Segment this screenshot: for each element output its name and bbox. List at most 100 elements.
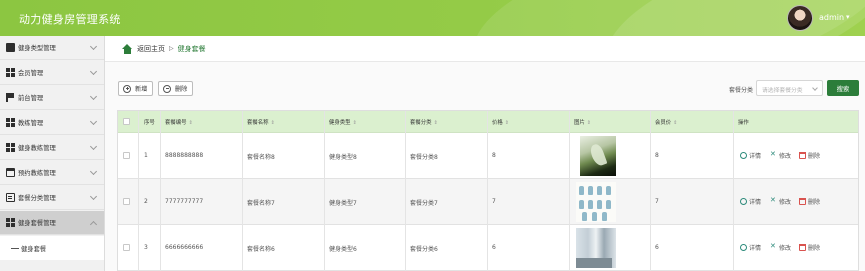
sort-icon: ⇕ <box>352 120 357 126</box>
column-header-image[interactable]: 图片 ⇕ <box>574 118 591 126</box>
breadcrumb-separator: ▷ <box>169 45 174 52</box>
column-divider <box>138 111 139 271</box>
search-button[interactable]: 搜索 <box>827 80 859 96</box>
cell-index: 1 <box>144 152 148 159</box>
trash-icon <box>799 244 806 251</box>
row-checkbox[interactable] <box>123 152 130 159</box>
user-name[interactable]: admin <box>819 13 844 22</box>
row-checkbox[interactable] <box>123 198 130 205</box>
row-checkbox[interactable] <box>123 244 130 251</box>
detail-label: 详情 <box>749 153 762 160</box>
sidebar-item-label: 健身教练管理 <box>18 145 56 152</box>
sort-icon: ⇕ <box>504 120 509 126</box>
cell-code: 8888888888 <box>165 152 204 159</box>
sidebar-item-label: 教练管理 <box>18 120 44 127</box>
column-header-code[interactable]: 套餐编号 ⇕ <box>165 118 193 126</box>
column-header-category[interactable]: 套餐分类 ⇕ <box>410 118 438 126</box>
home-icon[interactable] <box>122 43 133 54</box>
grid-icon <box>6 68 15 77</box>
breadcrumb-home[interactable]: 返回主页 <box>137 44 165 54</box>
edit-button[interactable]: 修改 <box>770 150 792 160</box>
cell-price: 7 <box>492 198 496 205</box>
calendar-icon <box>6 168 15 177</box>
sort-icon: ⇕ <box>673 120 678 126</box>
flag-icon <box>6 93 15 102</box>
package-image <box>576 228 616 268</box>
column-header-price[interactable]: 价格 ⇕ <box>492 118 509 126</box>
sidebar-item-label: 健身套餐管理 <box>18 220 56 227</box>
edit-label: 修改 <box>779 245 792 252</box>
chevron-down-icon <box>89 117 98 126</box>
sidebar: 健身类型管理 会员管理 前台管理 教练管理 健身教练管理 预约教练管理 套餐分类… <box>0 36 105 271</box>
detail-button[interactable]: 详情 <box>740 243 761 252</box>
cell-name: 套餐名称8 <box>247 154 275 161</box>
column-header-member-price[interactable]: 会员价 ⇕ <box>655 118 677 126</box>
cell-type: 健身类型6 <box>329 246 357 253</box>
sidebar-item-members[interactable]: 会员管理 <box>0 61 104 85</box>
edit-label: 修改 <box>779 199 792 206</box>
chevron-up-icon <box>89 220 98 229</box>
delete-row-button[interactable]: 删除 <box>799 243 820 252</box>
delete-row-button[interactable]: 删除 <box>799 151 820 160</box>
detail-label: 详情 <box>749 245 762 252</box>
dash-icon <box>11 247 19 249</box>
sidebar-item-coach-booking[interactable]: 预约教练管理 <box>0 161 104 185</box>
delete-row-button[interactable]: 删除 <box>799 197 820 206</box>
sidebar-item-fitness-coaches[interactable]: 健身教练管理 <box>0 136 104 160</box>
delete-button-label: 删除 <box>175 86 188 93</box>
sidebar-item-label: 健身类型管理 <box>18 45 56 52</box>
column-divider <box>650 111 651 271</box>
add-button-label: 新增 <box>135 86 148 93</box>
sidebar-item-fitness-package[interactable]: 健身套餐管理 <box>0 211 104 235</box>
sort-icon: ⇕ <box>270 120 275 126</box>
edit-button[interactable]: 修改 <box>770 242 792 252</box>
delete-label: 删除 <box>808 245 821 252</box>
sidebar-item-front-desk[interactable]: 前台管理 <box>0 86 104 110</box>
sidebar-item-fitness-type[interactable]: 健身类型管理 <box>0 36 104 60</box>
category-select[interactable]: 请选择套餐分类 <box>756 80 823 96</box>
app-title: 动力健身房管理系统 <box>19 13 121 26</box>
search-icon <box>740 244 747 251</box>
delete-label: 删除 <box>808 153 821 160</box>
edit-label: 修改 <box>779 153 792 160</box>
sidebar-item-label: 套餐分类管理 <box>18 195 56 202</box>
table-row: 3 6666666666 套餐名称6 健身类型6 套餐分类6 6 6 详情 修改… <box>118 225 858 271</box>
column-header-type[interactable]: 健身类型 ⇕ <box>329 118 357 126</box>
column-header-name[interactable]: 套餐名称 ⇕ <box>247 118 275 126</box>
cell-category: 套餐分类7 <box>410 200 438 207</box>
sidebar-item-package-category[interactable]: 套餐分类管理 <box>0 186 104 210</box>
cell-member-price: 7 <box>655 198 659 205</box>
sidebar-item-coaches[interactable]: 教练管理 <box>0 111 104 135</box>
cell-index: 2 <box>144 198 148 205</box>
edit-icon <box>770 150 777 159</box>
edit-button[interactable]: 修改 <box>770 196 792 206</box>
breadcrumb-current: 健身套餐 <box>177 44 206 53</box>
minus-circle-icon <box>163 84 171 93</box>
category-select-placeholder: 请选择套餐分类 <box>762 88 803 94</box>
sidebar-subitem-fitness-package[interactable]: 健身套餐 <box>0 236 104 260</box>
chevron-down-icon[interactable]: ▾ <box>846 13 850 21</box>
column-header-label: 健身类型 <box>329 120 351 126</box>
cell-category: 套餐分类8 <box>410 154 438 161</box>
search-label: 套餐分类 <box>729 87 754 94</box>
column-header-label: 套餐名称 <box>247 120 269 126</box>
cell-price: 8 <box>492 152 496 159</box>
cell-member-price: 6 <box>655 244 659 251</box>
sidebar-item-label: 前台管理 <box>18 95 44 102</box>
avatar[interactable] <box>787 5 813 31</box>
select-all-checkbox[interactable] <box>123 118 130 125</box>
sidebar-subitem-label: 健身套餐 <box>21 245 47 253</box>
search-icon <box>740 152 747 159</box>
sort-icon: ⇕ <box>586 120 591 126</box>
detail-button[interactable]: 详情 <box>740 197 761 206</box>
detail-button[interactable]: 详情 <box>740 151 761 160</box>
cell-price: 6 <box>492 244 496 251</box>
trash-icon <box>799 198 806 205</box>
add-button[interactable]: 新增 <box>118 81 154 96</box>
package-table: 序号 套餐编号 ⇕ 套餐名称 ⇕ 健身类型 ⇕ 套餐分类 ⇕ 价格 ⇕ 图片 ⇕ 会员价 ⇕ … <box>117 110 859 271</box>
grid-icon <box>6 143 15 152</box>
column-header-label: 套餐编号 <box>165 120 187 126</box>
document-icon <box>6 193 15 202</box>
delete-button[interactable]: 删除 <box>158 81 194 96</box>
cell-code: 7777777777 <box>165 198 204 205</box>
